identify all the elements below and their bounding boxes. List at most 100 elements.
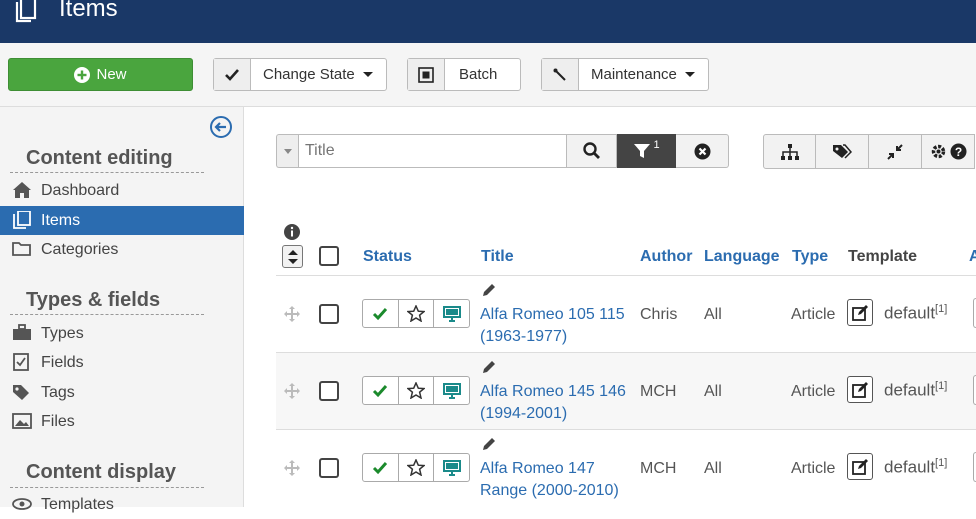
- sidebar-item-categories[interactable]: Categories: [0, 235, 244, 264]
- status-buttons: [362, 299, 470, 328]
- sidebar-item-fields[interactable]: Fields: [0, 348, 244, 377]
- template-name: default: [884, 457, 936, 477]
- sidebar-item-items[interactable]: Items: [0, 206, 244, 235]
- sidebar: Content editing Dashboard Items Categori…: [0, 107, 244, 513]
- sidebar-item-templates[interactable]: Templates: [0, 490, 244, 519]
- title-line: (1994-2001): [480, 405, 568, 422]
- author-cell: MCH: [640, 460, 677, 477]
- sidebar-item-label: Categories: [41, 240, 119, 258]
- edit-template-button[interactable]: [847, 453, 873, 480]
- pencil-icon[interactable]: [481, 437, 496, 452]
- column-header-author[interactable]: Author: [640, 248, 692, 266]
- tags-filter-button[interactable]: [816, 134, 869, 169]
- sidebar-item-label: Fields: [41, 353, 84, 371]
- folder-icon: [12, 242, 31, 256]
- clear-filters-button[interactable]: [676, 134, 729, 168]
- drag-handle-icon[interactable]: [284, 383, 300, 399]
- arrow-left-circle-icon[interactable]: [209, 115, 233, 139]
- batch-button[interactable]: Batch: [407, 58, 521, 91]
- star-icon[interactable]: [399, 377, 435, 404]
- monitor-icon[interactable]: [434, 454, 469, 481]
- monitor-icon[interactable]: [434, 377, 469, 404]
- divider: [10, 172, 204, 173]
- column-header-language[interactable]: Language: [704, 248, 780, 266]
- drag-handle-icon[interactable]: [284, 460, 300, 476]
- star-icon[interactable]: [399, 454, 435, 481]
- published-icon[interactable]: [363, 377, 399, 404]
- edit-template-button[interactable]: [847, 299, 873, 326]
- help-icon: ?: [950, 143, 966, 160]
- maintenance-button[interactable]: Maintenance: [541, 58, 709, 91]
- divider: [10, 314, 204, 315]
- type-cell: Article: [791, 383, 836, 400]
- filter-toggle-button[interactable]: 1: [617, 134, 676, 168]
- svg-text:?: ?: [954, 145, 961, 159]
- column-header-template: Template: [848, 248, 918, 265]
- language-cell: All: [704, 306, 722, 323]
- compress-icon: [887, 143, 903, 160]
- template-sup: [1]: [935, 457, 948, 469]
- compress-button[interactable]: [869, 134, 922, 169]
- page-header: Items: [0, 0, 976, 43]
- drag-handle-icon[interactable]: [284, 306, 300, 322]
- select-all-checkbox[interactable]: [319, 246, 339, 266]
- table-row: Alfa Romeo 147 Range (2000-2010) MCH All…: [276, 429, 976, 506]
- sidebar-item-tags[interactable]: Tags: [0, 378, 244, 407]
- copy-icon: [13, 211, 31, 229]
- row-checkbox[interactable]: [319, 458, 339, 478]
- square-icon: [408, 59, 445, 90]
- plus-circle-icon: [74, 66, 91, 83]
- tags-icon: [13, 385, 29, 400]
- edit-icon: [852, 458, 868, 475]
- sidebar-item-label: Dashboard: [41, 181, 120, 199]
- sidebar-item-label: Items: [41, 211, 81, 229]
- info-icon: [284, 224, 300, 240]
- caret-down-icon: [684, 72, 695, 77]
- tree-view-button[interactable]: [763, 134, 816, 169]
- search-input[interactable]: [298, 134, 567, 168]
- template-cell: default[1]: [884, 303, 947, 324]
- star-icon[interactable]: [399, 300, 435, 327]
- item-title-link[interactable]: Alfa Romeo 145 146 (1994-2001): [480, 381, 626, 425]
- monitor-icon[interactable]: [434, 300, 469, 327]
- author-cell: Chris: [640, 306, 678, 323]
- new-button[interactable]: New: [8, 58, 193, 91]
- item-title-link[interactable]: Alfa Romeo 105 115 (1963-1977): [480, 304, 625, 348]
- item-title-link[interactable]: Alfa Romeo 147 Range (2000-2010): [480, 458, 619, 502]
- sidebar-item-files[interactable]: Files: [0, 407, 244, 436]
- column-header-title[interactable]: Title: [481, 248, 514, 266]
- maintenance-label: Maintenance: [591, 66, 677, 83]
- view-tools: ?: [763, 134, 975, 169]
- sort-icon: [287, 249, 298, 264]
- filter-dropdown-toggle[interactable]: [276, 134, 298, 168]
- caret-down-icon: [362, 72, 373, 77]
- edit-template-button[interactable]: [847, 376, 873, 403]
- section-title-types-fields: Types & fields: [26, 289, 161, 311]
- template-name: default: [884, 303, 936, 323]
- sidebar-item-dashboard[interactable]: Dashboard: [0, 176, 244, 205]
- column-header-type[interactable]: Type: [792, 248, 828, 266]
- published-icon[interactable]: [363, 300, 399, 327]
- published-icon[interactable]: [363, 454, 399, 481]
- author-cell: MCH: [640, 383, 677, 400]
- settings-button[interactable]: ?: [922, 134, 975, 169]
- template-name: default: [884, 380, 936, 400]
- type-cell: Article: [791, 306, 836, 323]
- sidebar-item-types[interactable]: Types: [0, 319, 244, 348]
- search-button[interactable]: [567, 134, 617, 168]
- filter-count: 1: [653, 139, 660, 151]
- table-row: Alfa Romeo 145 146 (1994-2001) MCH All A…: [276, 352, 976, 429]
- column-header-status[interactable]: Status: [363, 248, 412, 266]
- type-cell: Article: [791, 460, 836, 477]
- row-checkbox[interactable]: [319, 304, 339, 324]
- title-line: (1963-1977): [480, 328, 568, 345]
- column-header-more[interactable]: A: [969, 248, 976, 266]
- check-icon: [214, 59, 251, 90]
- row-checkbox[interactable]: [319, 381, 339, 401]
- title-line: Alfa Romeo 145 146: [480, 383, 626, 400]
- change-state-button[interactable]: Change State: [213, 58, 387, 91]
- sort-order-button[interactable]: [282, 245, 303, 268]
- pencil-icon[interactable]: [481, 360, 496, 375]
- caret-down-icon: [283, 148, 292, 154]
- pencil-icon[interactable]: [481, 283, 496, 298]
